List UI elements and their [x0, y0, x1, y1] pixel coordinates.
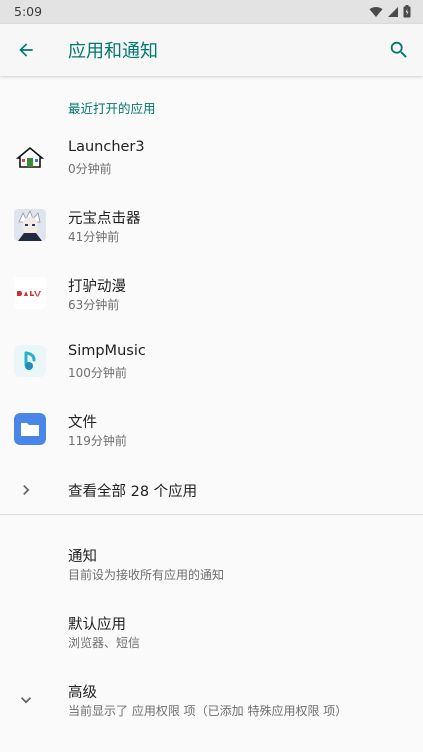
- pref-default-apps[interactable]: 默认应用 浏览器、短信: [0, 604, 423, 664]
- page-title: 应用和通知: [68, 41, 158, 62]
- pref-summary: 目前设为接收所有应用的通知: [68, 568, 225, 582]
- app-name: 元宝点击器: [68, 211, 141, 227]
- app-name: Launcher3: [68, 139, 145, 155]
- chevron-right-icon: [23, 485, 30, 495]
- app-last-used: 100分钟前: [68, 366, 127, 380]
- battery-icon: [403, 5, 411, 18]
- app-bar: 应用和通知: [0, 24, 423, 76]
- recent-app-dalv[interactable]: 打驴动漫 63分钟前: [0, 259, 423, 327]
- chevron-down-icon: [21, 697, 31, 704]
- dalv-logo-icon: [14, 277, 46, 309]
- wifi-icon: [369, 6, 383, 17]
- recent-app-simpmusic[interactable]: SimpMusic 100分钟前: [0, 327, 423, 395]
- house-icon: [14, 141, 46, 173]
- section-divider: [0, 514, 423, 515]
- app-name: 文件: [68, 415, 97, 431]
- search-icon: [390, 41, 407, 58]
- music-note-icon: [14, 345, 46, 377]
- pref-advanced[interactable]: 高级 当前显示了 应用权限 项（已添加 特殊应用权限 项）: [0, 672, 423, 732]
- back-button[interactable]: [12, 36, 40, 64]
- anime-avatar-icon: [14, 209, 46, 241]
- app-last-used: 119分钟前: [68, 434, 127, 448]
- app-last-used: 41分钟前: [68, 230, 120, 244]
- pref-title: 默认应用: [68, 617, 126, 633]
- pref-summary: 浏览器、短信: [68, 636, 141, 650]
- app-last-used: 0分钟前: [68, 162, 112, 176]
- folder-icon: [14, 413, 46, 445]
- signal-icon: [388, 6, 398, 17]
- arrow-back-icon: [19, 43, 33, 57]
- pref-summary: 当前显示了 应用权限 项（已添加 特殊应用权限 项）: [68, 704, 348, 718]
- pref-title: 高级: [68, 685, 97, 701]
- see-all-apps-label: 查看全部 28 个应用: [68, 484, 198, 500]
- recent-app-yuanbao[interactable]: 元宝点击器 41分钟前: [0, 191, 423, 259]
- recent-apps-header: 最近打开的应用: [68, 101, 156, 116]
- status-time: 5:09: [14, 4, 43, 19]
- status-bar: 5:09: [0, 0, 423, 24]
- status-icons: [369, 5, 411, 18]
- pref-title: 通知: [68, 549, 97, 565]
- recent-app-files[interactable]: 文件 119分钟前: [0, 395, 423, 463]
- search-button[interactable]: [385, 36, 413, 64]
- app-name: 打驴动漫: [68, 279, 126, 295]
- see-all-apps-button[interactable]: 查看全部 28 个应用: [0, 470, 423, 510]
- app-last-used: 63分钟前: [68, 298, 120, 312]
- recent-app-launcher3[interactable]: Launcher3 0分钟前: [0, 123, 423, 191]
- app-name: SimpMusic: [68, 343, 146, 359]
- pref-notifications[interactable]: 通知 目前设为接收所有应用的通知: [0, 536, 423, 596]
